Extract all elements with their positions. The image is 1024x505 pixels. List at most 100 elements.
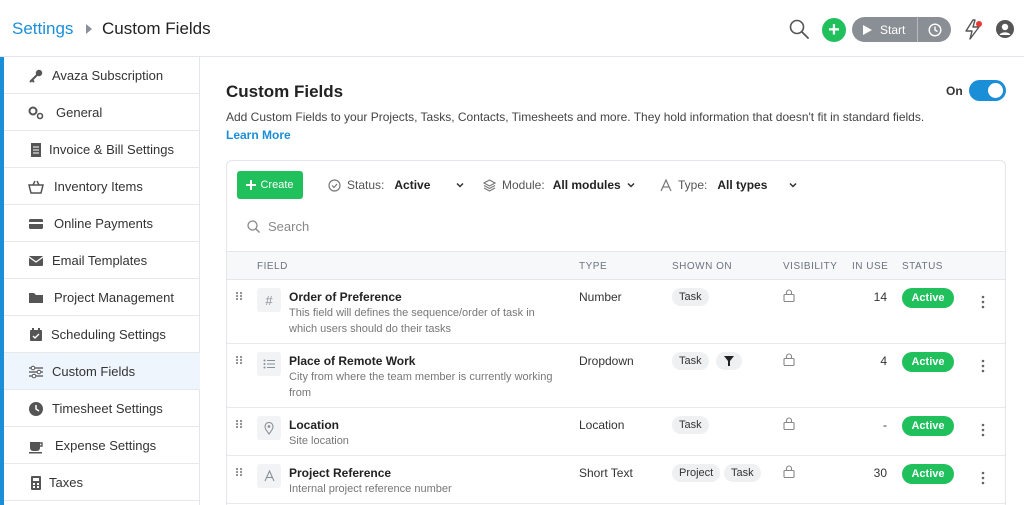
more-options-icon[interactable] (981, 359, 985, 373)
layers-icon (483, 178, 496, 192)
sidebar-item-label: Scheduling Settings (51, 327, 166, 342)
learn-more-link[interactable]: Learn More (226, 128, 291, 142)
user-avatar-icon[interactable] (996, 20, 1014, 38)
status-filter-value: Active (394, 178, 431, 192)
sidebar-item-project-management[interactable]: Project Management (4, 279, 200, 316)
column-header-type[interactable]: TYPE (579, 261, 607, 272)
drag-handle-icon[interactable] (235, 291, 243, 301)
field-description: City from where the team member is curre… (289, 371, 553, 399)
text-a-icon (257, 464, 281, 488)
status-filter-label: Status: (347, 178, 385, 192)
column-header-shown-on[interactable]: SHOWN ON (672, 261, 732, 272)
document-icon (31, 143, 41, 157)
lock-icon (783, 353, 795, 366)
sidebar-item-online-payments[interactable]: Online Payments (4, 205, 200, 242)
sidebar-item-taxes[interactable]: Taxes (4, 464, 200, 501)
type-filter[interactable]: Type: All types (660, 178, 797, 192)
type-filter-value: All types (717, 178, 768, 192)
status-badge: Active (902, 352, 954, 372)
module-filter-label: Module: (502, 178, 545, 192)
filter-funnel-icon (724, 356, 734, 366)
more-options-icon[interactable] (981, 295, 985, 309)
custom-fields-toggle[interactable] (969, 80, 1006, 101)
in-use-count: 4 (880, 354, 887, 368)
calendar-icon (30, 328, 42, 341)
field-description: This field will defines the sequence/ord… (289, 307, 535, 335)
field-name[interactable]: Order of Preference (289, 290, 402, 304)
quick-add-button[interactable]: + (822, 18, 846, 42)
plus-icon (246, 180, 257, 190)
chevron-down-icon (627, 182, 635, 188)
key-icon (29, 69, 43, 83)
chevron-down-icon (456, 182, 464, 188)
shown-on-chip: Project (672, 464, 721, 482)
sidebar-item-inventory-items[interactable]: Inventory Items (4, 168, 200, 205)
field-name[interactable]: Project Reference (289, 466, 391, 480)
in-use-count: 14 (873, 290, 887, 304)
timer-start-label: Start (880, 22, 906, 37)
sidebar-item-general[interactable]: General (4, 94, 200, 131)
field-type: Dropdown (579, 354, 634, 368)
column-header-field[interactable]: FIELD (257, 261, 288, 272)
timer-start-button[interactable]: Start (852, 17, 917, 42)
sidebar-item-label: Taxes (49, 475, 83, 490)
more-options-icon[interactable] (981, 471, 985, 485)
module-filter[interactable]: Module: All modules (483, 178, 635, 192)
sidebar-item-label: Online Payments (54, 216, 153, 231)
sidebar-item-avaza-subscription[interactable]: Avaza Subscription (4, 57, 200, 94)
play-icon (863, 24, 872, 35)
drag-handle-icon[interactable] (235, 419, 243, 429)
field-search[interactable]: Search (247, 219, 309, 234)
search-icon (247, 220, 260, 233)
sidebar-item-email-templates[interactable]: Email Templates (4, 242, 200, 279)
table-header: FIELD TYPE SHOWN ON VISIBILITY IN USE ST… (227, 251, 1005, 280)
column-header-visibility[interactable]: VISIBILITY (783, 261, 837, 272)
section-description: Add Custom Fields to your Projects, Task… (226, 110, 925, 124)
list-icon (257, 352, 281, 376)
timer-history-button[interactable] (917, 17, 951, 42)
field-type: Number (579, 290, 622, 304)
calculator-icon (31, 476, 41, 490)
sliders-icon (29, 365, 43, 379)
table-row[interactable]: Location Site location Location Task - A… (227, 408, 1005, 456)
status-filter[interactable]: Status: Active (328, 178, 464, 192)
status-badge: Active (902, 288, 954, 308)
gears-icon (28, 106, 44, 120)
field-description: Internal project reference number (289, 483, 452, 495)
breadcrumb-settings-link[interactable]: Settings (12, 19, 73, 39)
column-header-status[interactable]: STATUS (902, 261, 943, 272)
custom-fields-toggle-label: On (946, 84, 963, 98)
table-row[interactable]: # Order of Preference This field will de… (227, 280, 1005, 344)
table-row[interactable]: Project Reference Internal project refer… (227, 456, 1005, 504)
sidebar-item-label: Custom Fields (52, 364, 136, 379)
drag-handle-icon[interactable] (235, 355, 243, 365)
search-icon[interactable] (789, 19, 809, 39)
sidebar-item-timesheet-settings[interactable]: Timesheet Settings (4, 390, 200, 427)
sidebar-item-custom-fields[interactable]: Custom Fields (4, 353, 200, 390)
type-filter-label: Type: (678, 178, 708, 192)
sidebar-item-expense-settings[interactable]: Expense Settings (4, 427, 200, 464)
more-options-icon[interactable] (981, 423, 985, 437)
shown-on-filter-chip[interactable] (716, 352, 742, 370)
sidebar-item-label: Expense Settings (55, 438, 157, 453)
hash-icon: # (257, 288, 281, 312)
coffee-cup-icon (29, 442, 43, 454)
folder-icon (29, 293, 43, 303)
notifications-bolt-icon[interactable] (962, 18, 984, 40)
chevron-down-icon (789, 182, 797, 188)
lock-icon (783, 465, 795, 478)
shown-on-chip: Task (672, 416, 709, 434)
column-header-in-use[interactable]: IN USE (852, 261, 888, 272)
sidebar-item-invoice-bill-settings[interactable]: Invoice & Bill Settings (4, 131, 200, 168)
sidebar-item-scheduling-settings[interactable]: Scheduling Settings (4, 316, 200, 353)
status-badge: Active (902, 464, 954, 484)
create-field-button[interactable]: Create (237, 171, 303, 199)
table-row[interactable]: Place of Remote Work City from where the… (227, 344, 1005, 408)
sidebar-item-label: Avaza Subscription (52, 68, 164, 83)
drag-handle-icon[interactable] (235, 467, 243, 477)
field-name[interactable]: Place of Remote Work (289, 354, 415, 368)
field-name[interactable]: Location (289, 418, 339, 432)
lock-icon (783, 289, 795, 302)
sidebar-item-label: Timesheet Settings (52, 401, 163, 416)
field-type: Location (579, 418, 625, 432)
